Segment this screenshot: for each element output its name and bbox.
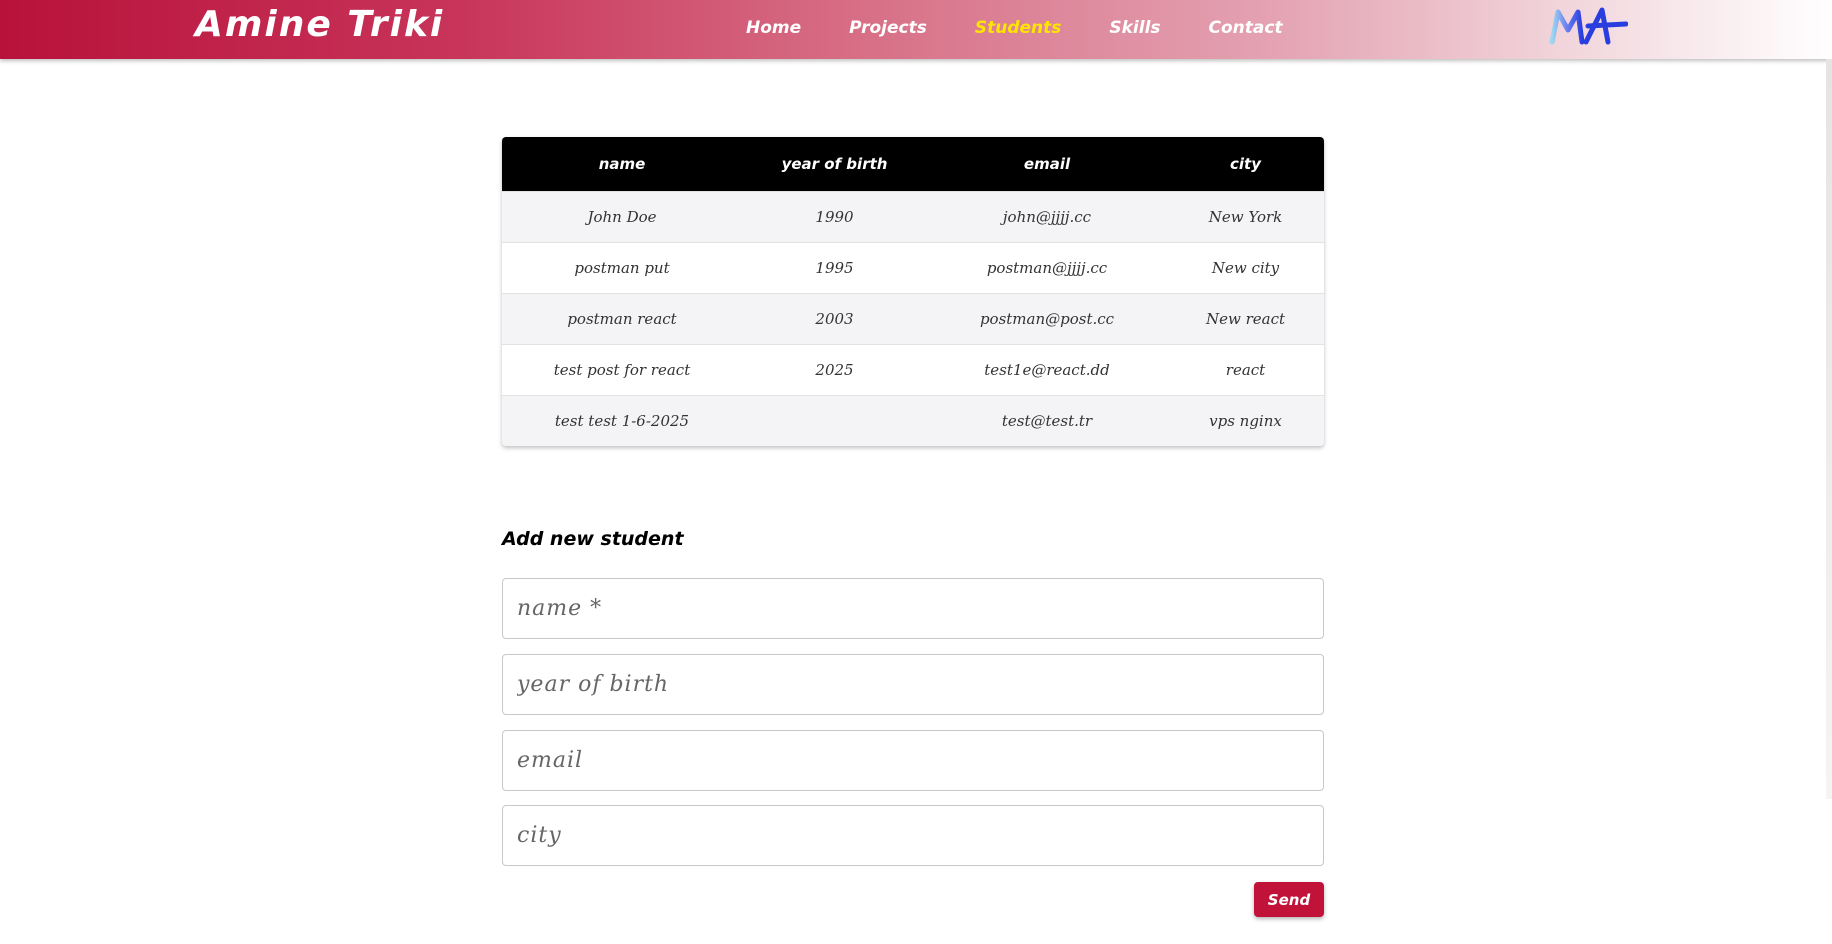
column-header-name: name <box>502 137 742 191</box>
nav-link-students[interactable]: Students <box>975 18 1062 38</box>
cell-year: 2025 <box>742 343 927 395</box>
table-row: postman react 2003 postman@post.cc New r… <box>502 292 1324 344</box>
column-header-city: city <box>1167 137 1324 191</box>
top-navbar: Amine Triki Home Projects Students Skill… <box>0 0 1832 59</box>
cell-name: John Doe <box>502 190 742 242</box>
cell-city: New city <box>1167 241 1324 293</box>
add-student-heading: Add new student <box>502 528 684 550</box>
year-of-birth-input[interactable] <box>502 654 1324 715</box>
cell-name: test post for react <box>502 343 742 395</box>
cell-city: vps nginx <box>1167 394 1324 446</box>
table-row: postman put 1995 postman@jjjj.cc New cit… <box>502 241 1324 293</box>
nav-link-home[interactable]: Home <box>746 18 801 38</box>
students-table-card: name year of birth email city John Doe 1… <box>502 137 1324 446</box>
cell-email: john@jjjj.cc <box>927 190 1167 242</box>
table-row: John Doe 1990 john@jjjj.cc New York <box>502 190 1324 242</box>
table-row: test test 1-6-2025 test@test.tr vps ngin… <box>502 394 1324 446</box>
scrollbar-edge[interactable] <box>1826 59 1832 799</box>
nav-link-skills[interactable]: Skills <box>1109 18 1160 38</box>
cell-name: test test 1-6-2025 <box>502 394 742 446</box>
table-header-row: name year of birth email city <box>502 137 1324 191</box>
city-input[interactable] <box>502 805 1324 866</box>
main-nav: Home Projects Students Skills Contact <box>746 18 1331 38</box>
table-row: test post for react 2025 test1e@react.dd… <box>502 343 1324 395</box>
cell-email: test@test.tr <box>927 394 1167 446</box>
column-header-year: year of birth <box>742 137 927 191</box>
cell-year <box>742 394 927 446</box>
nav-link-projects[interactable]: Projects <box>849 18 927 38</box>
name-input[interactable] <box>502 578 1324 639</box>
cell-year: 1990 <box>742 190 927 242</box>
send-button[interactable]: Send <box>1254 882 1324 917</box>
cell-email: test1e@react.dd <box>927 343 1167 395</box>
cell-email: postman@post.cc <box>927 292 1167 344</box>
nav-link-contact[interactable]: Contact <box>1209 18 1283 38</box>
cell-city: New York <box>1167 190 1324 242</box>
cell-city: New react <box>1167 292 1324 344</box>
ma-monogram-logo-icon[interactable] <box>1548 4 1629 46</box>
cell-year: 2003 <box>742 292 927 344</box>
cell-city: react <box>1167 343 1324 395</box>
students-table: name year of birth email city John Doe 1… <box>502 137 1324 446</box>
column-header-email: email <box>927 137 1167 191</box>
cell-name: postman react <box>502 292 742 344</box>
cell-email: postman@jjjj.cc <box>927 241 1167 293</box>
cell-name: postman put <box>502 241 742 293</box>
site-brand[interactable]: Amine Triki <box>195 4 444 45</box>
email-input[interactable] <box>502 730 1324 791</box>
cell-year: 1995 <box>742 241 927 293</box>
